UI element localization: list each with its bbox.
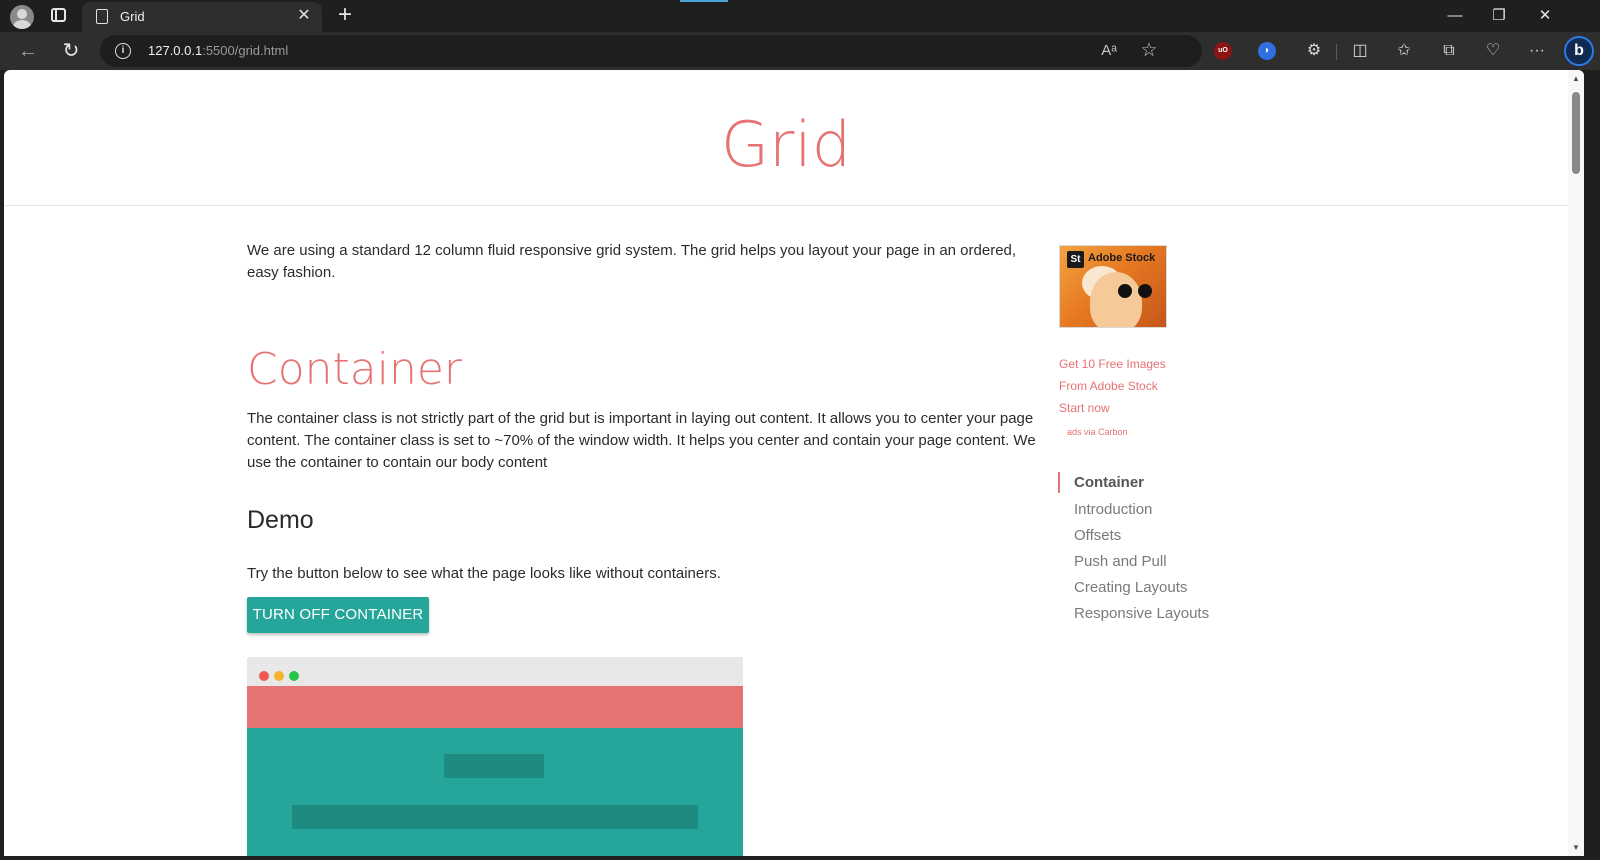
toc-item-introduction[interactable]: Introduction — [1074, 501, 1152, 518]
scroll-down-arrow-icon[interactable]: ▼ — [1571, 843, 1581, 852]
browser-toolbar: ← ↻ i 127.0.0.1:5500/grid.html Aᵃ ☆ uO ◗… — [0, 32, 1600, 70]
tab-actions-icon[interactable] — [51, 8, 66, 22]
browser-tab-bar: Grid ✕ + — ❐ ✕ — [0, 0, 1600, 32]
page-document-icon — [96, 9, 108, 24]
more-menu-icon[interactable]: ··· — [1525, 40, 1549, 62]
address-bar[interactable]: i 127.0.0.1:5500/grid.html Aᵃ ☆ — [100, 35, 1202, 67]
url-path: :5500/grid.html — [202, 43, 289, 58]
url-text[interactable]: 127.0.0.1:5500/grid.html — [148, 43, 288, 58]
profile-avatar-icon[interactable] — [10, 5, 34, 29]
collections-icon[interactable]: ⧉ — [1437, 40, 1461, 62]
page-title: Grid — [720, 108, 852, 181]
split-screen-icon[interactable]: ◫ — [1348, 40, 1372, 62]
adobe-stock-logo: St — [1067, 251, 1084, 268]
demo-text: Try the button below to see what the pag… — [247, 565, 721, 582]
ad-link-line3[interactable]: Start now — [1059, 401, 1110, 415]
site-info-icon[interactable]: i — [115, 43, 131, 59]
loading-indicator — [680, 0, 728, 2]
page-viewport: Grid We are using a standard 12 column f… — [4, 70, 1584, 856]
page-header: Grid — [4, 70, 1568, 206]
ad-link-line1[interactable]: Get 10 Free Images — [1059, 357, 1166, 371]
new-tab-button[interactable]: + — [332, 2, 358, 28]
window-dot-yellow-icon — [274, 671, 284, 681]
toc-item-container[interactable]: Container — [1074, 474, 1144, 491]
back-arrow-icon[interactable]: ← — [14, 38, 42, 64]
scrollbar-thumb[interactable] — [1572, 92, 1580, 174]
window-dot-red-icon — [259, 671, 269, 681]
toc-item-creating-layouts[interactable]: Creating Layouts — [1074, 579, 1187, 596]
demo-title: Demo — [247, 506, 314, 534]
toc-item-responsive-layouts[interactable]: Responsive Layouts — [1074, 605, 1209, 622]
window-dot-green-icon — [289, 671, 299, 681]
toc-item-offsets[interactable]: Offsets — [1074, 527, 1121, 544]
ad-illustration — [1118, 284, 1132, 298]
demo-window-illustration — [247, 657, 743, 856]
demo-nav-bar — [247, 686, 743, 728]
toc-active-indicator — [1058, 472, 1060, 493]
scroll-up-arrow-icon[interactable]: ▲ — [1571, 74, 1581, 83]
url-host: 127.0.0.1 — [148, 43, 203, 58]
section-title: Container — [247, 344, 463, 395]
ads-via-carbon-link[interactable]: ads via Carbon — [1067, 427, 1128, 437]
section-text: The container class is not strictly part… — [247, 410, 1036, 471]
read-aloud-icon[interactable]: Aᵃ — [1098, 41, 1120, 61]
tab-close-icon[interactable]: ✕ — [294, 6, 314, 26]
demo-content-block — [444, 754, 544, 778]
extensions-puzzle-icon[interactable]: ⚙ — [1302, 40, 1326, 62]
ad-illustration — [1138, 284, 1152, 298]
favorites-icon[interactable]: ✩ — [1392, 40, 1416, 62]
ad-brand-text: Adobe Stock — [1088, 252, 1156, 264]
minimize-button[interactable]: — — [1440, 4, 1470, 28]
toc-item-push-and-pull[interactable]: Push and Pull — [1074, 553, 1167, 570]
intro-text: We are using a standard 12 column fluid … — [247, 242, 1017, 281]
refresh-icon[interactable]: ↻ — [57, 38, 85, 64]
bing-copilot-icon[interactable]: b — [1564, 36, 1594, 66]
turn-off-container-button[interactable]: TURN OFF CONTAINER — [247, 597, 429, 633]
ublock-extension-icon[interactable]: uO — [1214, 42, 1232, 60]
page-scrollbar[interactable]: ▲ ▼ — [1568, 70, 1584, 856]
browser-tab[interactable]: Grid ✕ — [82, 2, 322, 32]
ad-illustration — [1090, 272, 1142, 327]
demo-content-block — [292, 805, 698, 829]
browser-essentials-icon[interactable]: ♡ — [1481, 40, 1505, 62]
toolbar-divider — [1336, 44, 1337, 60]
demo-window-bar — [247, 657, 743, 686]
restore-button[interactable]: ❐ — [1484, 4, 1514, 28]
adobe-stock-ad-image[interactable]: St Adobe Stock — [1059, 245, 1167, 328]
close-window-button[interactable]: ✕ — [1530, 4, 1560, 28]
favorite-star-icon[interactable]: ☆ — [1138, 41, 1160, 61]
extension-icon[interactable]: ◗ — [1258, 42, 1276, 60]
tab-title: Grid — [120, 9, 145, 24]
ad-link-line2[interactable]: From Adobe Stock — [1059, 379, 1158, 393]
